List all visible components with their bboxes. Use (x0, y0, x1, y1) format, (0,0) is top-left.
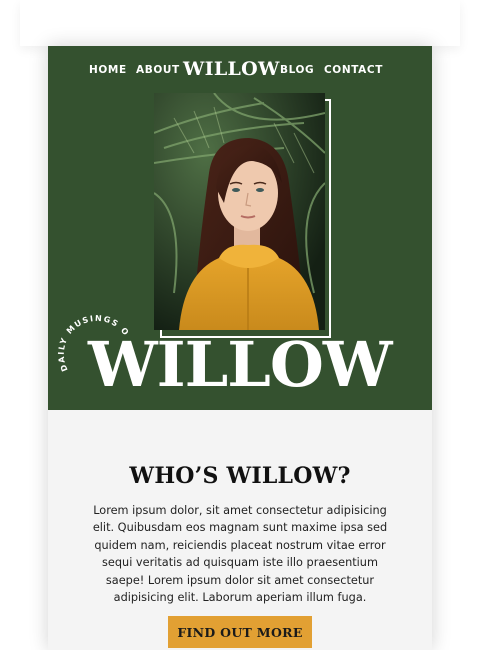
nav-blog-link[interactable]: BLOG (280, 64, 314, 76)
top-card (20, 0, 460, 46)
newsletter-email: HOME ABOUT WILLOW BLOG CONTACT DAILY MUS… (48, 46, 432, 650)
nav-about-link[interactable]: ABOUT (136, 64, 180, 76)
about-heading: WHO’S WILLOW? (129, 463, 351, 489)
top-nav: HOME ABOUT WILLOW BLOG CONTACT (48, 58, 432, 82)
portrait-illustration (154, 93, 325, 330)
find-out-more-button[interactable]: FIND OUT MORE (168, 616, 312, 648)
hero-portrait-image (154, 93, 325, 330)
nav-logo[interactable]: WILLOW (183, 58, 280, 80)
hero-section: HOME ABOUT WILLOW BLOG CONTACT DAILY MUS… (48, 46, 432, 410)
about-section: WHO’S WILLOW? Lorem ipsum dolor, sit ame… (48, 410, 432, 650)
nav-contact-link[interactable]: CONTACT (324, 64, 383, 76)
nav-home-link[interactable]: HOME (89, 64, 127, 76)
about-body-text: Lorem ipsum dolor, sit amet consectetur … (92, 504, 388, 605)
hero-title: WILLOW (88, 328, 392, 401)
